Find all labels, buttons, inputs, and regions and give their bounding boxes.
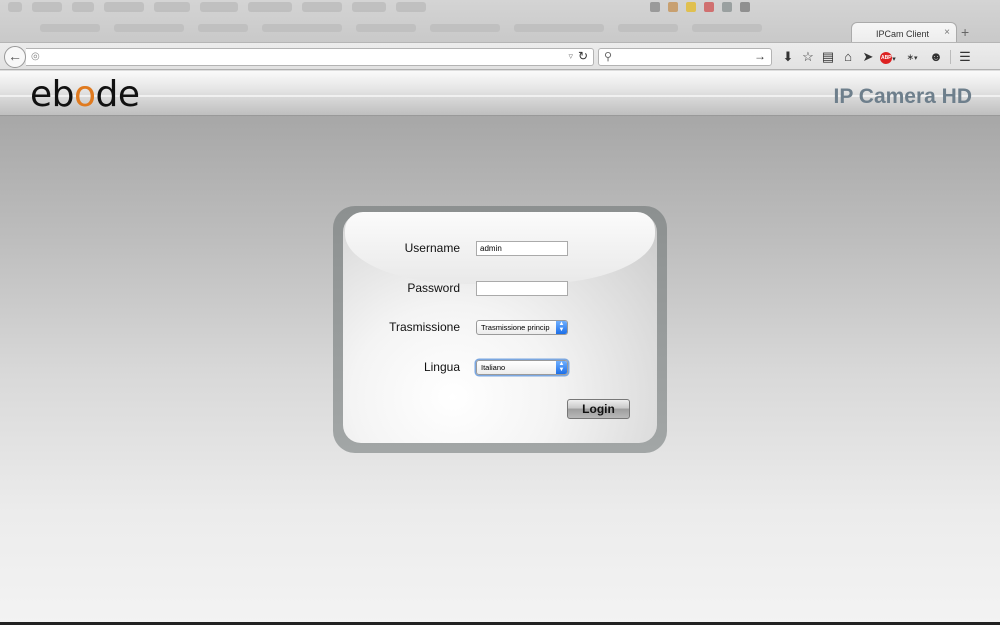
select-arrows-icon: ▲ ▼	[556, 361, 567, 374]
browser-nav-bar: ← ◎ ▿ ↻ ⚲ → ⬇ ☆ ▤ ⌂ ➤ ABP▾ ∗▾ ☻ ☰	[0, 43, 1000, 70]
search-icon: ⚲	[604, 51, 613, 63]
language-selected-value: Italiano	[481, 363, 506, 372]
username-label: Username	[404, 241, 460, 255]
reading-list-icon[interactable]: ▤	[818, 48, 838, 66]
back-icon[interactable]: ←	[4, 46, 26, 68]
blurred-status-icons	[650, 2, 750, 12]
chat-icon[interactable]: ☻	[926, 48, 946, 66]
download-icon[interactable]: ⬇	[778, 48, 798, 66]
url-history-dropdown-icon[interactable]: ▿	[568, 51, 573, 62]
bookmark-star-icon[interactable]: ☆	[798, 48, 818, 66]
ebode-logo: ebode	[30, 74, 140, 115]
menu-icon[interactable]: ☰	[955, 48, 975, 66]
username-field[interactable]: admin	[476, 241, 568, 256]
blurred-bookmarks-bar	[40, 24, 780, 38]
password-label: Password	[407, 281, 460, 295]
logo-text-start: eb	[30, 74, 75, 115]
tab-title: IPCam Client	[876, 29, 930, 39]
transmission-label: Trasmissione	[389, 320, 460, 334]
send-icon[interactable]: ➤	[858, 48, 878, 66]
extension-icon[interactable]: ∗▾	[898, 48, 926, 66]
go-arrow-icon[interactable]: →	[754, 49, 766, 63]
url-input[interactable]: ◎ ▿ ↻	[26, 48, 594, 66]
globe-icon: ◎	[31, 51, 40, 62]
page-title: IP Camera HD	[833, 85, 972, 108]
home-icon[interactable]: ⌂	[838, 48, 858, 66]
toolbar-divider	[950, 50, 951, 64]
tab-ipcam-client[interactable]: IPCam Client ×	[851, 22, 957, 42]
browser-toolbar: ⬇ ☆ ▤ ⌂ ➤ ABP▾ ∗▾ ☻ ☰	[778, 48, 975, 66]
password-field[interactable]	[476, 281, 568, 296]
logo-text-end: de	[95, 74, 141, 115]
logo-text-accent: o	[74, 74, 96, 115]
new-tab-icon[interactable]: +	[961, 24, 969, 40]
reload-icon[interactable]: ↻	[578, 49, 588, 63]
transmission-selected-value: Trasmissione princip	[481, 323, 550, 332]
language-select[interactable]: Italiano ▲ ▼	[476, 360, 568, 375]
blurred-menu-bar	[0, 0, 660, 16]
select-arrows-icon: ▲ ▼	[556, 321, 567, 334]
page-header: ebode IP Camera HD	[0, 71, 1000, 116]
adblock-icon[interactable]: ABP▾	[878, 48, 898, 66]
search-input[interactable]: ⚲ →	[598, 48, 772, 66]
transmission-select[interactable]: Trasmissione princip ▲ ▼	[476, 320, 568, 335]
tab-close-icon[interactable]: ×	[944, 27, 950, 38]
browser-tab-bar: IPCam Client × +	[0, 0, 1000, 43]
login-button[interactable]: Login	[567, 399, 630, 419]
language-label: Lingua	[423, 360, 460, 374]
